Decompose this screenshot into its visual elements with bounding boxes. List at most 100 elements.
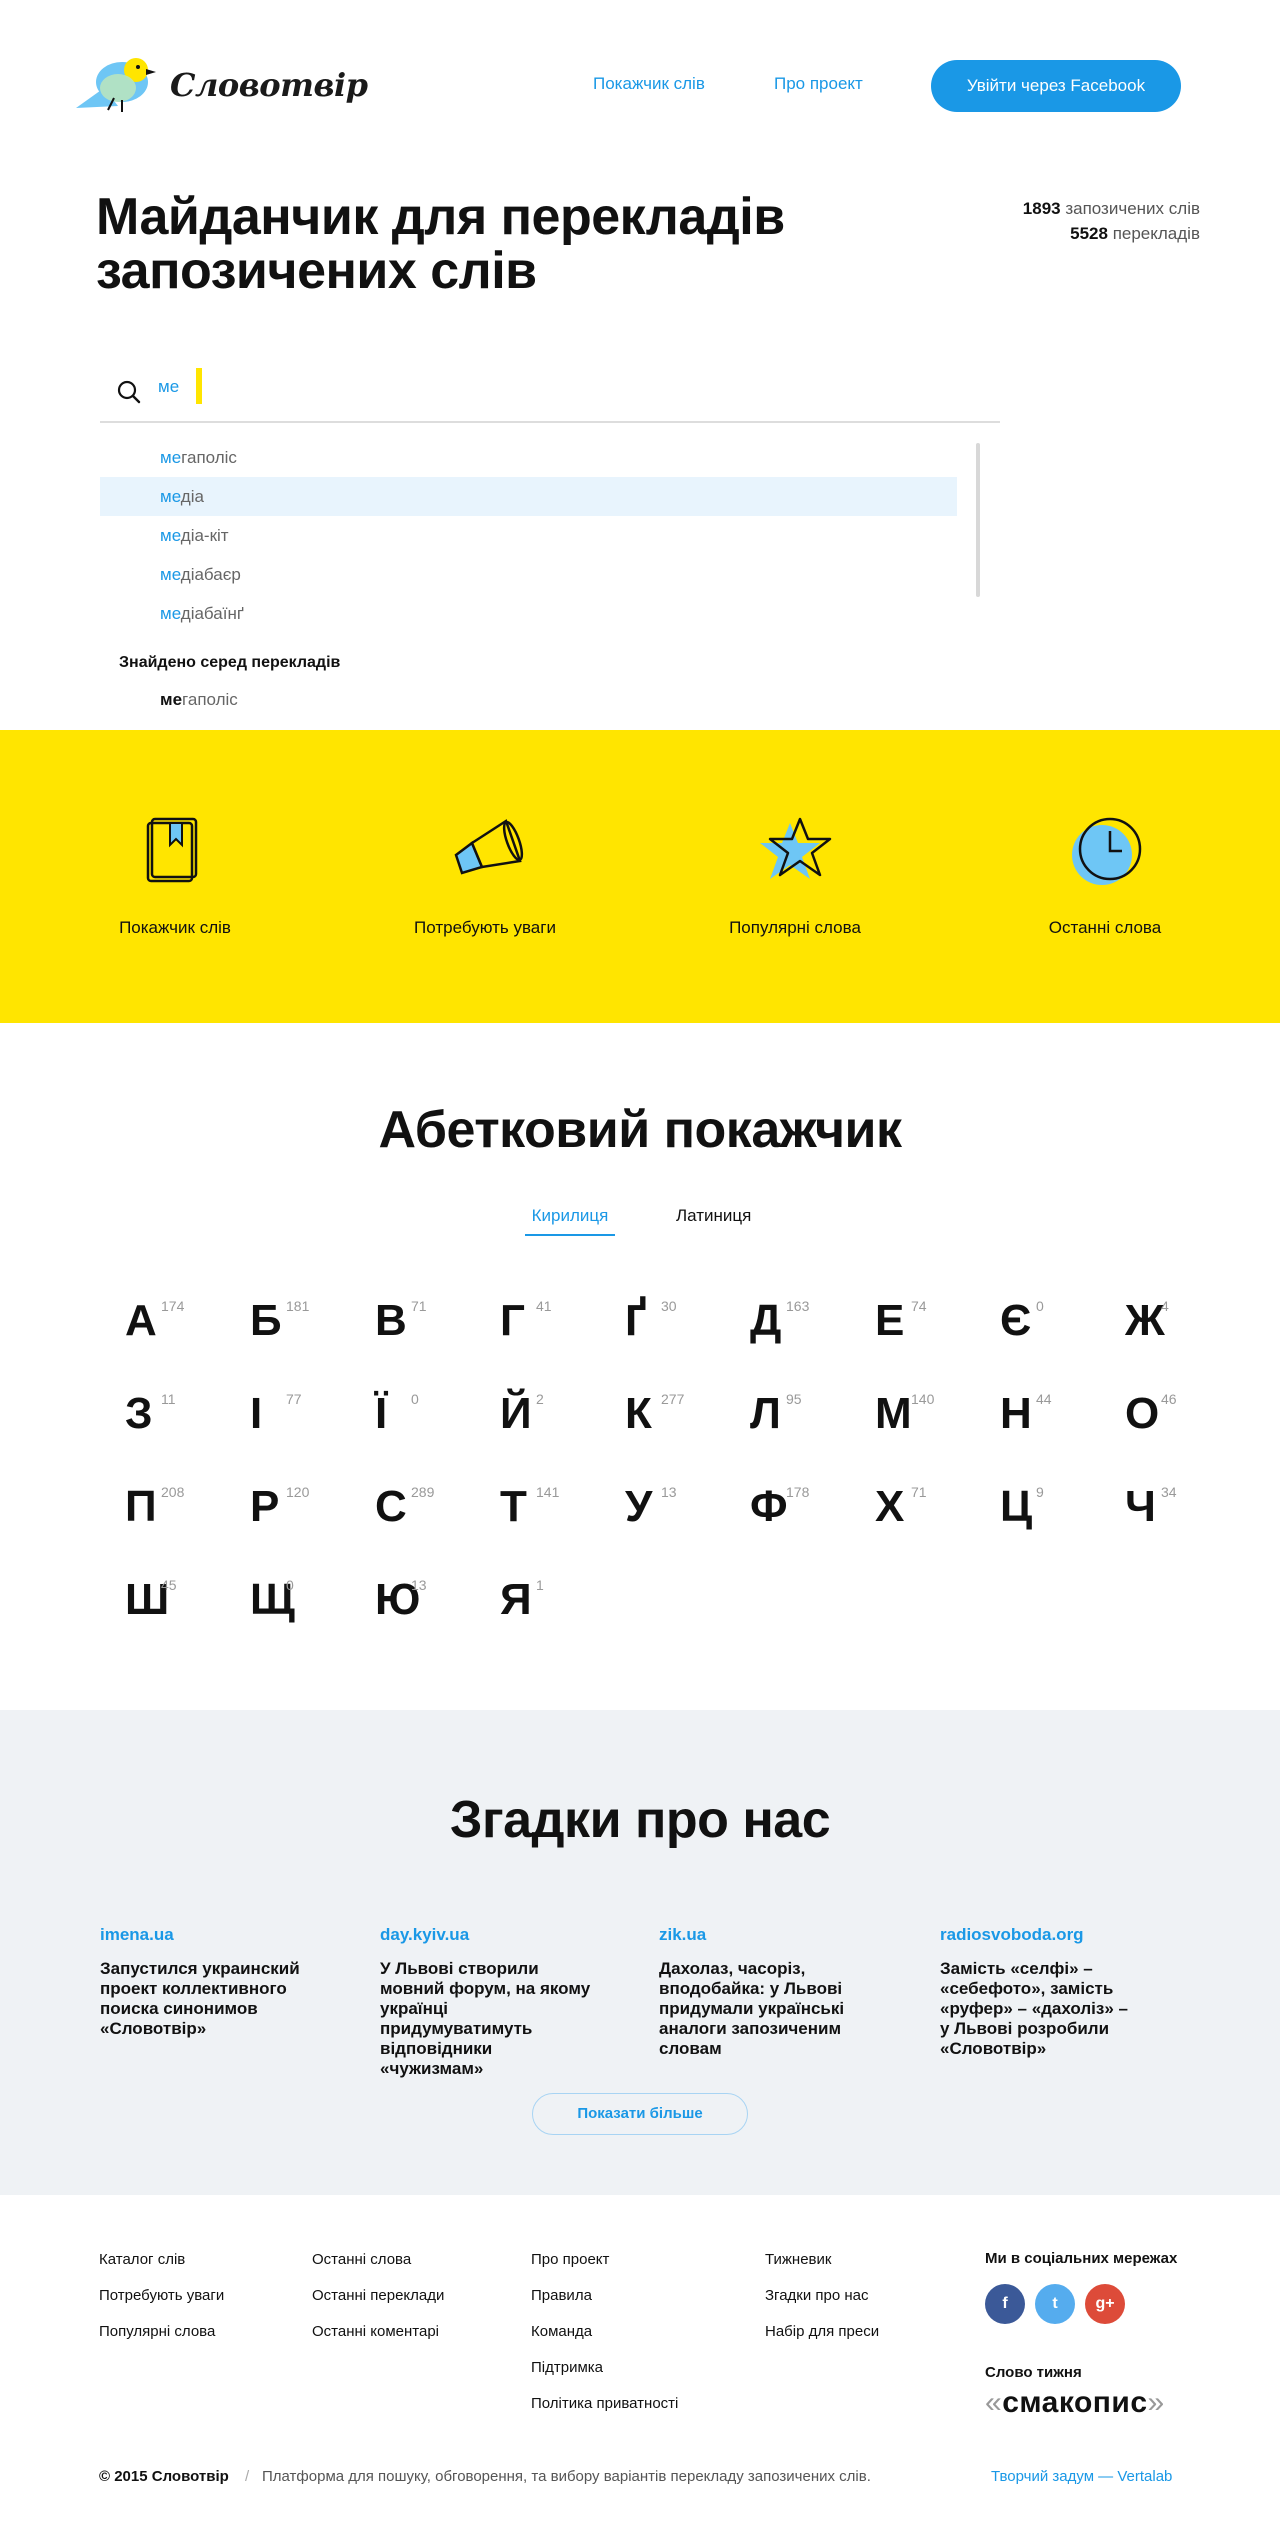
alphabet-letter[interactable]: Д 163	[736, 1296, 836, 1356]
alphabet-letter[interactable]: Н 44	[986, 1389, 1086, 1449]
mention-text[interactable]: Запустился украинский проект коллективно…	[100, 1959, 315, 2039]
footer-link[interactable]: Останні коментарі	[312, 2322, 444, 2358]
alphabet-letter[interactable]: Т 141	[486, 1482, 586, 1542]
mention-text[interactable]: Дахолаз, часоріз, вподобайка: у Львові п…	[659, 1959, 859, 2059]
mention-source-link[interactable]: imena.ua	[100, 1925, 315, 1945]
letter-count: 120	[286, 1484, 310, 1500]
letter-char: Г	[500, 1296, 525, 1345]
letter-count: 71	[911, 1484, 927, 1500]
site-header: Словотвір Покажчик слів Про проект Увійт…	[0, 0, 1280, 170]
tab-latin[interactable]: Латиниця	[676, 1206, 751, 1234]
letter-count: 71	[411, 1298, 427, 1314]
alphabet-letter[interactable]: А 174	[111, 1296, 211, 1356]
letter-char: В	[375, 1296, 407, 1345]
alphabet-letter[interactable]: Ї0	[361, 1389, 461, 1449]
alphabet-letter[interactable]: О 46	[1111, 1389, 1211, 1449]
alphabet-letter[interactable]: Й2	[486, 1389, 586, 1449]
mention-text[interactable]: У Львові створили мовний форум, на якому…	[380, 1959, 595, 2079]
found-translation-item[interactable]: мегаполіс	[160, 690, 238, 710]
alphabet-letter[interactable]: Ж4	[1111, 1296, 1211, 1356]
alphabet-letter[interactable]: Е 74	[861, 1296, 961, 1356]
footer-link[interactable]: Команда	[531, 2322, 678, 2358]
footer-link[interactable]: Про проект	[531, 2250, 678, 2286]
alphabet-letter[interactable]: Г 41	[486, 1296, 586, 1356]
search-input[interactable]	[158, 377, 188, 397]
footer-separator: /	[245, 2468, 250, 2485]
alphabet-letter[interactable]: Ю 13	[361, 1575, 461, 1635]
mention-source-link[interactable]: radiosvoboda.org	[940, 1925, 1140, 1945]
footer-link[interactable]: Правила	[531, 2286, 678, 2322]
facebook-login-button[interactable]: Увійти через Facebook	[931, 60, 1181, 112]
footer-link[interactable]: Популярні слова	[99, 2322, 224, 2358]
footer-link[interactable]: Підтримка	[531, 2358, 678, 2394]
letter-char: С	[375, 1482, 407, 1531]
category-label: Покажчик слів	[119, 918, 231, 937]
alphabet-letter[interactable]: І 77	[236, 1389, 336, 1449]
mention-source-link[interactable]: zik.ua	[659, 1925, 859, 1945]
translations-label: перекладів	[1112, 224, 1200, 243]
alphabet-letter[interactable]: С 289	[361, 1482, 461, 1542]
word-of-week[interactable]: «смакопис»	[985, 2386, 1165, 2420]
credit-link[interactable]: Творчий задум — Vertalab	[991, 2468, 1172, 2485]
letter-char: Ф	[750, 1482, 788, 1531]
alphabet-letter[interactable]: В 71	[361, 1296, 461, 1356]
alphabet-letter[interactable]: У 13	[611, 1482, 711, 1542]
letter-char: Е	[875, 1296, 905, 1345]
footer-link[interactable]: Згадки про нас	[765, 2286, 879, 2322]
category-popular-words[interactable]: Популярні слова	[675, 730, 915, 1023]
suggestion-item[interactable]: мегаполіс	[100, 438, 957, 477]
footer-link[interactable]: Каталог слів	[99, 2250, 224, 2286]
alphabet-letter[interactable]: Щ0	[236, 1575, 336, 1635]
category-word-index[interactable]: Покажчик слів	[55, 730, 295, 1023]
alphabet-letter[interactable]: К 277	[611, 1389, 711, 1449]
letter-char: Х	[875, 1482, 905, 1531]
logo[interactable]: Словотвір	[74, 52, 368, 122]
letter-char: М	[875, 1389, 912, 1438]
twitter-icon[interactable]: t	[1035, 2284, 1075, 2324]
facebook-icon[interactable]: f	[985, 2284, 1025, 2324]
word-of-week-title: Слово тижня	[985, 2364, 1082, 2381]
nav-about[interactable]: Про проект	[774, 74, 863, 94]
footer-link[interactable]: Тижневик	[765, 2250, 879, 2286]
google-plus-icon[interactable]: g+	[1085, 2284, 1125, 2324]
alphabet-letter[interactable]: Х 71	[861, 1482, 961, 1542]
alphabet-letter[interactable]: З 11	[111, 1389, 211, 1449]
bird-logo-icon	[76, 58, 156, 112]
mention-source-link[interactable]: day.kyiv.ua	[380, 1925, 595, 1945]
letter-char: Р	[250, 1482, 280, 1531]
suggestions-scrollbar[interactable]	[976, 443, 980, 597]
tab-cyrillic[interactable]: Кирилиця	[525, 1206, 615, 1236]
footer-link[interactable]: Потребують уваги	[99, 2286, 224, 2322]
suggestion-item[interactable]: медіабаєр	[100, 555, 957, 594]
page-title-line1: Майданчик для перекладів	[96, 188, 785, 246]
alphabet-letter[interactable]: Р 120	[236, 1482, 336, 1542]
letter-count: 174	[161, 1298, 185, 1314]
alphabet-letter[interactable]: М 140	[861, 1389, 961, 1449]
mention-text[interactable]: Замість «селфі» – «себефото», замість «р…	[940, 1959, 1140, 2059]
alphabet-letter[interactable]: П 208	[111, 1482, 211, 1542]
letter-char: Ґ	[625, 1296, 647, 1345]
letter-count: 13	[661, 1484, 677, 1500]
footer-link[interactable]: Останні переклади	[312, 2286, 444, 2322]
suggestion-item[interactable]: медіа	[100, 477, 957, 516]
alphabet-letter[interactable]: Ф 178	[736, 1482, 836, 1542]
footer-link[interactable]: Останні слова	[312, 2250, 444, 2286]
letter-char: Ч	[1125, 1482, 1156, 1531]
category-needs-attention[interactable]: Потребують уваги	[365, 730, 605, 1023]
alphabet-letter[interactable]: Ґ 30	[611, 1296, 711, 1356]
search-icon	[117, 380, 141, 404]
suggestion-item[interactable]: медіа-кіт	[100, 516, 957, 555]
alphabet-letter[interactable]: Б 181	[236, 1296, 336, 1356]
nav-word-index[interactable]: Покажчик слів	[593, 74, 705, 94]
footer-link[interactable]: Набір для преси	[765, 2322, 879, 2358]
alphabet-letter[interactable]: Ш 45	[111, 1575, 211, 1635]
alphabet-letter[interactable]: Ц9	[986, 1482, 1086, 1542]
footer-link[interactable]: Політика приватності	[531, 2394, 678, 2430]
category-latest-words[interactable]: Останні слова	[985, 730, 1225, 1023]
alphabet-letter[interactable]: Л 95	[736, 1389, 836, 1449]
alphabet-letter[interactable]: Ч 34	[1111, 1482, 1211, 1542]
alphabet-letter[interactable]: Я1	[486, 1575, 586, 1635]
show-more-button[interactable]: Показати більше	[532, 2093, 748, 2135]
suggestion-item[interactable]: медіабаїнґ	[100, 594, 957, 633]
alphabet-letter[interactable]: Є0	[986, 1296, 1086, 1356]
